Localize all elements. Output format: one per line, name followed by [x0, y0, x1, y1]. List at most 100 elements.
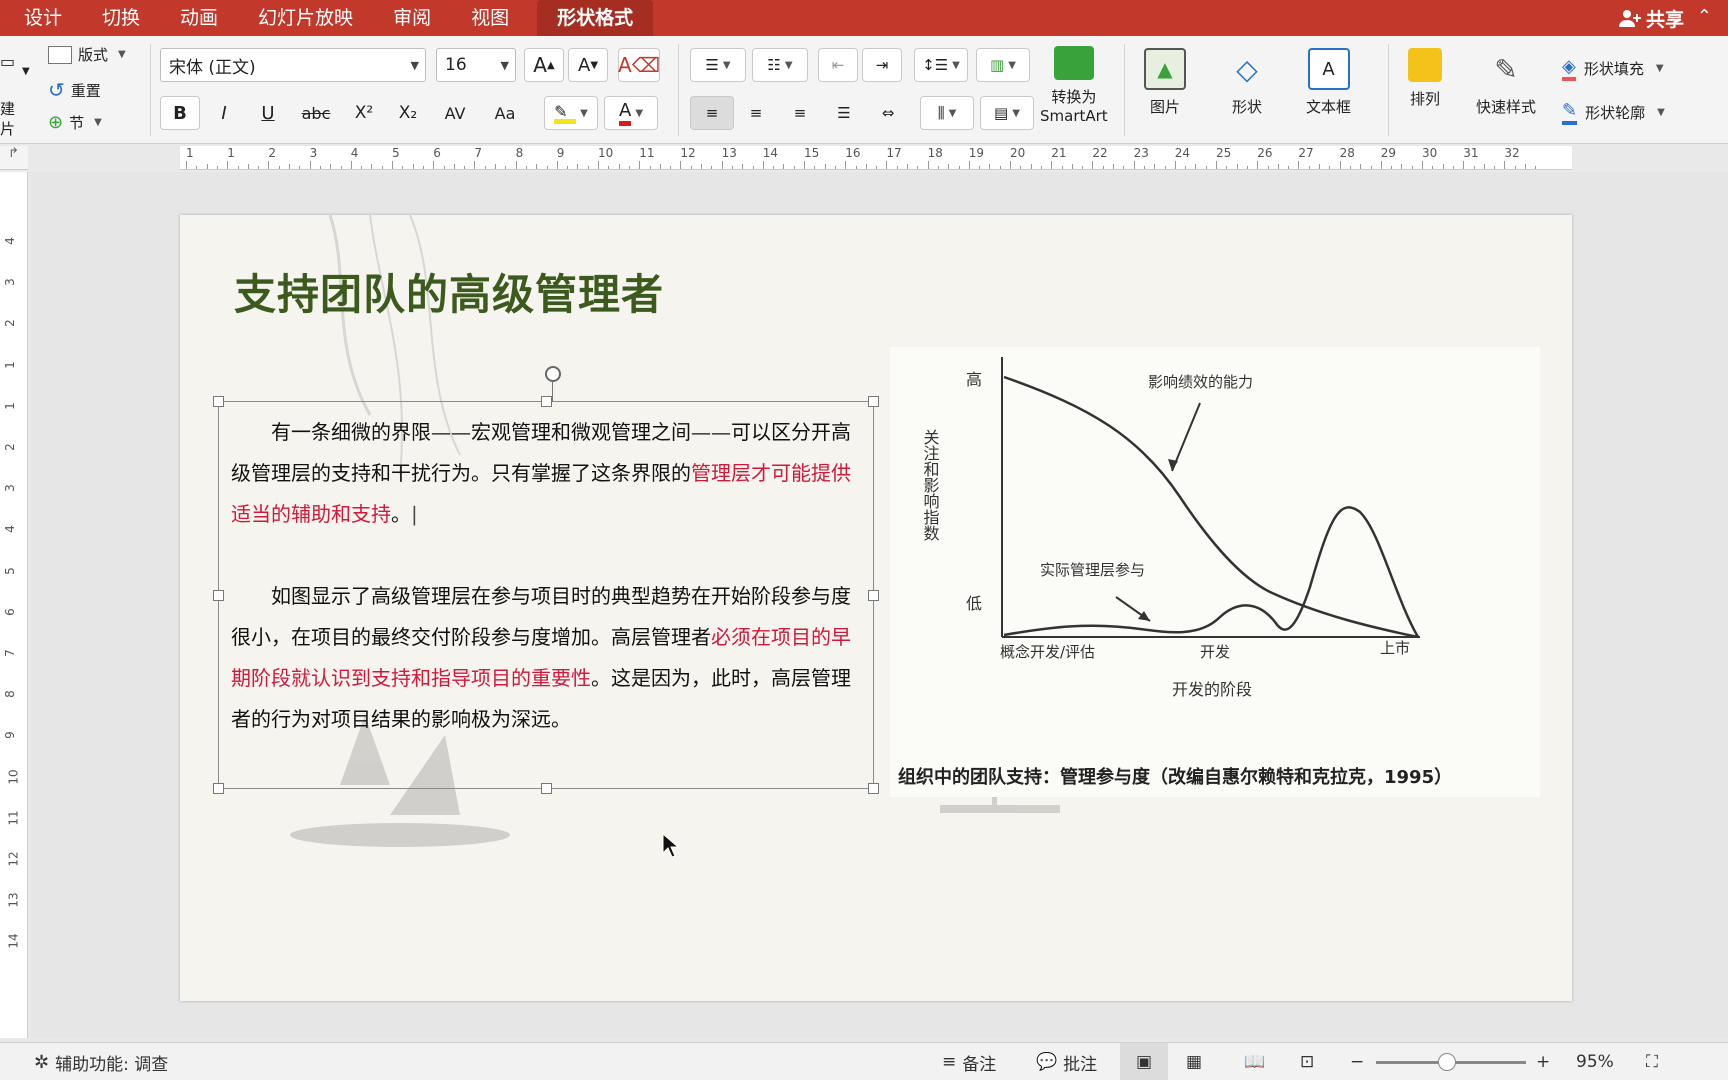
- new-slide-label-2: 片: [0, 120, 16, 138]
- text-direction-button[interactable]: ⫼ ▼: [920, 96, 974, 130]
- shape-button[interactable]: ◇ 形状: [1226, 48, 1268, 117]
- ruler-tick: [206, 164, 208, 169]
- resize-handle-n[interactable]: [541, 396, 552, 407]
- clear-format-icon[interactable]: A⌫: [618, 48, 660, 82]
- comments-button[interactable]: 💬 批注: [1036, 1043, 1097, 1080]
- slideshow-view-icon[interactable]: ⊡: [1300, 1043, 1314, 1080]
- ruler-tick: [1401, 164, 1403, 169]
- tab-review[interactable]: 审阅: [373, 0, 451, 36]
- line-spacing-button[interactable]: ↕☰ ▼: [914, 48, 968, 82]
- tab-slideshow[interactable]: 幻灯片放映: [238, 0, 373, 36]
- resize-handle-w[interactable]: [213, 590, 224, 601]
- slide-title[interactable]: 支持团队的高级管理者: [234, 261, 664, 322]
- increase-font-button[interactable]: A ▲: [524, 48, 564, 82]
- new-slide-dropdown-icon[interactable]: ▼: [22, 66, 30, 77]
- zoom-slider-thumb[interactable]: [1438, 1053, 1456, 1071]
- tab-animations[interactable]: 动画: [160, 0, 238, 36]
- decrease-indent-icon[interactable]: ⇤: [818, 48, 858, 82]
- picture-button[interactable]: ▲ 图片: [1144, 48, 1186, 117]
- tab-stop-selector[interactable]: ↱: [0, 146, 28, 170]
- ruler-number: 1: [2, 360, 17, 369]
- tab-transitions[interactable]: 切换: [82, 0, 160, 36]
- justify-icon[interactable]: ☰: [824, 96, 864, 130]
- resize-handle-e[interactable]: [868, 590, 879, 601]
- reset-label: 重置: [70, 81, 101, 100]
- ruler-number: 2: [268, 146, 277, 160]
- accessibility-check-button[interactable]: ✲ 辅助功能: 调查: [34, 1043, 168, 1080]
- quick-style-button[interactable]: ✎ 快速样式: [1476, 48, 1536, 117]
- brush-icon: ✎: [1494, 52, 1518, 86]
- distribute-icon[interactable]: ⇔: [868, 96, 908, 130]
- share-button[interactable]: 共享: [1618, 0, 1684, 36]
- zoom-out-icon[interactable]: −: [1350, 1043, 1364, 1080]
- rotate-handle-icon[interactable]: [545, 366, 561, 382]
- align-left-icon[interactable]: ≡: [690, 96, 734, 130]
- selected-text-box[interactable]: 有一条细微的界限——宏观管理和微观管理之间——可以区分开高级管理层的支持和干扰行…: [213, 366, 879, 794]
- resize-handle-nw[interactable]: [213, 396, 224, 407]
- shape-fill-button[interactable]: ◈ 形状填充 ▼: [1562, 56, 1664, 81]
- chart-image[interactable]: 高 低 概念开发/评估 开发 上市 开发的阶段 关注和影响指数 影响绩效的能力 …: [890, 347, 1540, 797]
- ruler-tick: [536, 164, 538, 169]
- ruler-tick: [1082, 166, 1084, 169]
- ruler-tick: [1535, 166, 1537, 169]
- resize-handle-se[interactable]: [868, 783, 879, 794]
- decrease-font-button[interactable]: A ▼: [568, 48, 608, 82]
- underline-button[interactable]: U: [248, 96, 288, 130]
- chart-caption[interactable]: 组织中的团队支持：管理参与度（改编自惠尔赖特和克拉克，1995）: [898, 763, 1452, 789]
- bold-button[interactable]: B: [160, 96, 200, 130]
- align-right-icon[interactable]: ≡: [780, 96, 820, 130]
- resize-handle-s[interactable]: [541, 783, 552, 794]
- fit-slide-icon[interactable]: ⛶: [1646, 1043, 1658, 1080]
- zoom-in-icon[interactable]: +: [1536, 1043, 1550, 1080]
- ruler-tick: [752, 166, 754, 169]
- reading-view-icon[interactable]: 📖: [1244, 1043, 1265, 1080]
- align-text-button[interactable]: ▤ ▼: [980, 96, 1034, 130]
- ruler-tick: [299, 166, 301, 169]
- zoom-level[interactable]: 95%: [1576, 1043, 1614, 1080]
- superscript-button[interactable]: X²: [344, 96, 384, 130]
- ruler-number: 16: [845, 146, 861, 160]
- align-center-icon[interactable]: ≡: [736, 96, 776, 130]
- slide[interactable]: 支持团队的高级管理者 有一条细微的界限——宏观管理和微观管理之间——可以区分开高…: [180, 215, 1572, 1001]
- highlight-color-button[interactable]: ✎ ▼: [544, 96, 598, 130]
- collapse-ribbon-icon[interactable]: ⌃: [1697, 6, 1712, 27]
- change-case-button[interactable]: Aa: [482, 96, 528, 130]
- layout-button[interactable]: 版式 ▼: [48, 44, 126, 65]
- shape-outline-button[interactable]: ✎ 形状轮廓 ▼: [1562, 100, 1665, 125]
- notes-button[interactable]: ≡ 备注: [942, 1043, 996, 1080]
- vertical-ruler[interactable]: 4 3 2 1 1 2 3 4 5 6 7 8 9 10 11 12 13 14: [0, 172, 28, 1038]
- ruler-number: 3: [2, 278, 17, 287]
- normal-view-icon[interactable]: ▣: [1120, 1043, 1168, 1080]
- subscript-button[interactable]: X₂: [388, 96, 428, 130]
- ruler-tick: [649, 166, 651, 169]
- ruler-tick: [546, 166, 548, 169]
- tab-design[interactable]: 设计: [0, 0, 82, 36]
- paragraph-2[interactable]: 如图显示了高级管理层在参与项目时的典型趋势在开始阶段参与度很小，在项目的最终交付…: [231, 576, 861, 740]
- resize-handle-sw[interactable]: [213, 783, 224, 794]
- font-name-select[interactable]: 宋体 (正文) ▼: [160, 48, 426, 82]
- strikethrough-button[interactable]: abc: [292, 96, 340, 130]
- new-slide-icon[interactable]: ▭: [0, 52, 15, 71]
- bullets-button[interactable]: ☰ ▼: [690, 48, 746, 82]
- font-size-select[interactable]: 16 ▼: [436, 48, 516, 82]
- reset-button[interactable]: ↺ 重置: [48, 78, 101, 102]
- char-spacing-button[interactable]: AV: [432, 96, 478, 130]
- columns-button[interactable]: ▥ ▼: [976, 48, 1030, 82]
- numbering-button[interactable]: ☷ ▼: [752, 48, 808, 82]
- horizontal-ruler[interactable]: 1 1 2 3 4 5 6 7 8 9 10 11 12 13 14 15 16 17 18 19 20 21 22 23 24…: [180, 146, 1572, 170]
- series-impact-label: 影响绩效的能力: [1148, 373, 1253, 391]
- tab-shape-format[interactable]: 形状格式: [537, 0, 654, 36]
- section-button[interactable]: ⊕ 节 ▼: [48, 112, 102, 133]
- textbox-button[interactable]: A 文本框: [1306, 48, 1351, 117]
- ruler-tick: [1298, 161, 1300, 169]
- slide-sorter-icon[interactable]: ▦: [1186, 1043, 1202, 1080]
- resize-handle-ne[interactable]: [868, 396, 879, 407]
- convert-smartart-button[interactable]: 转换为 SmartArt: [1040, 46, 1108, 125]
- textbox-label: 文本框: [1306, 98, 1352, 116]
- arrange-button[interactable]: 排列: [1408, 48, 1442, 109]
- font-color-button[interactable]: A ▼: [604, 96, 658, 130]
- increase-indent-icon[interactable]: ⇥: [862, 48, 902, 82]
- paragraph-1[interactable]: 有一条细微的界限——宏观管理和微观管理之间——可以区分开高级管理层的支持和干扰行…: [231, 412, 861, 535]
- tab-view[interactable]: 视图: [451, 0, 529, 36]
- italic-button[interactable]: I: [204, 96, 244, 130]
